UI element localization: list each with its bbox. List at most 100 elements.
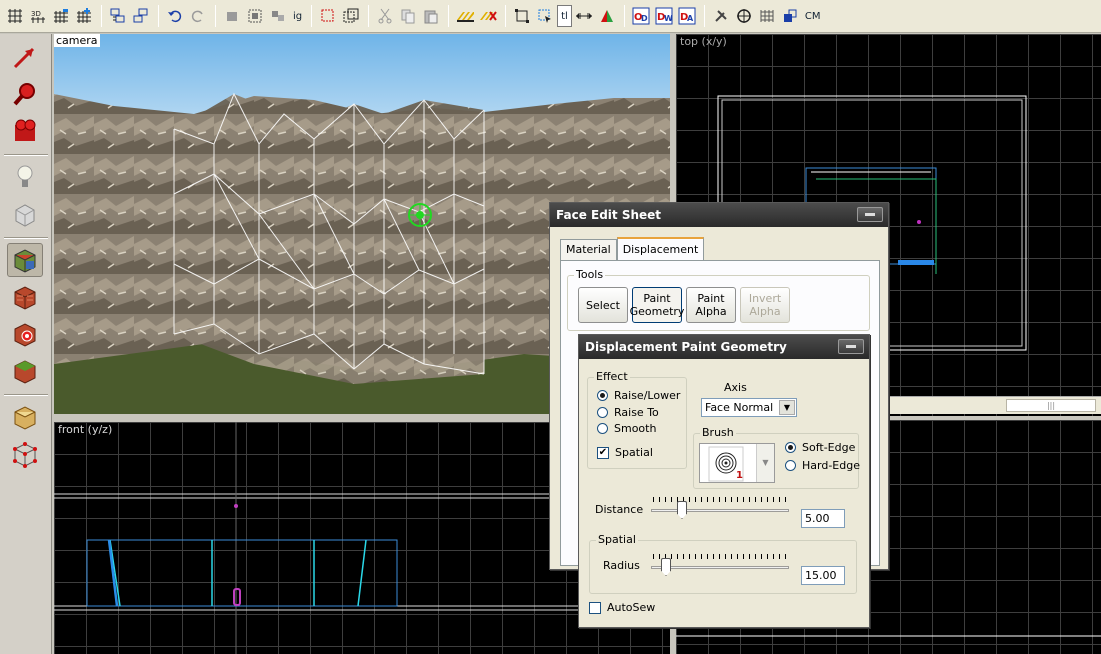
clipping-tool-icon[interactable] [7, 400, 43, 434]
axis-select[interactable]: Face Normal ▼ [701, 398, 797, 417]
tool-separator [4, 237, 48, 239]
check-icon: ✔ [597, 446, 609, 459]
texture-tl-icon[interactable]: tl [557, 5, 572, 27]
displacement-dw-icon[interactable]: DW [653, 5, 675, 27]
scrollbar-thumb[interactable]: ||| [1006, 399, 1096, 412]
main-toolbar: 3D ig tl OD DW DA CM [0, 0, 1101, 33]
hide-icon[interactable] [244, 5, 266, 27]
minimize-icon[interactable] [838, 339, 864, 354]
radius-field[interactable]: 15.00 [801, 566, 845, 585]
center-icon[interactable] [573, 5, 595, 27]
ignore-groups-icon[interactable]: ig [290, 5, 305, 27]
toolbar-separator [505, 5, 507, 27]
radio-indicator [597, 407, 608, 418]
overlay-tool-icon[interactable] [7, 354, 43, 388]
tools-group-title: Tools [574, 268, 606, 281]
texture-scale-lock-icon[interactable] [477, 5, 499, 27]
ungroup-icon[interactable] [130, 5, 152, 27]
distance-field[interactable]: 5.00 [801, 509, 845, 528]
radius-label: Radius [603, 559, 640, 572]
spatial-checkbox[interactable]: ✔ Spatial [597, 446, 653, 459]
grid-icon[interactable] [4, 5, 26, 27]
camera-viewport-label: camera [54, 34, 100, 47]
toolbar-box-icon[interactable] [511, 5, 533, 27]
toolbar-separator [158, 5, 159, 27]
undo-icon[interactable] [164, 5, 186, 27]
tab-displacement[interactable]: Displacement [616, 237, 705, 260]
toolbar-separator [448, 5, 450, 27]
slider-track [651, 509, 789, 512]
vertex-tool-icon[interactable] [7, 437, 43, 471]
effect-raise-lower-radio[interactable]: Raise/Lower [597, 389, 680, 402]
radius-culling-icon[interactable] [779, 5, 801, 27]
toolbar-separator [368, 5, 370, 27]
displacement-da-icon[interactable]: DA [676, 5, 698, 27]
cm-icon[interactable]: CM [802, 5, 824, 27]
group-icon[interactable] [107, 5, 129, 27]
svg-text:W: W [664, 14, 673, 23]
slider-thumb[interactable] [661, 558, 671, 576]
cordon-icon[interactable] [733, 5, 755, 27]
paint-geometry-button[interactable]: Paint Geometry [630, 287, 684, 323]
select-face-icon[interactable] [534, 5, 556, 27]
brush-number: 1 [736, 470, 743, 481]
slider-thumb[interactable] [677, 501, 687, 519]
tab-material[interactable]: Material [560, 239, 617, 260]
selection-box-icon[interactable] [340, 5, 362, 27]
cordon-toggle-icon[interactable] [756, 5, 778, 27]
toolbar-separator [215, 5, 216, 27]
radius-slider[interactable] [651, 554, 789, 576]
paint-alpha-button[interactable]: Paint Alpha [686, 287, 736, 323]
copy-icon[interactable] [397, 5, 419, 27]
redo-icon[interactable] [187, 5, 209, 27]
paint-geometry-title: Displacement Paint Geometry [579, 335, 869, 359]
effect-smooth-radio[interactable]: Smooth [597, 422, 656, 435]
grid-smaller-icon[interactable] [50, 5, 72, 27]
entity-tool-icon[interactable] [7, 160, 43, 194]
texture-application-icon[interactable] [7, 243, 43, 277]
grid-3d-icon[interactable]: 3D [27, 5, 49, 27]
camera-tool-icon[interactable] [7, 114, 43, 148]
autosew-checkbox[interactable]: AutoSew [589, 601, 655, 614]
checkbox-label: Spatial [615, 446, 653, 459]
carve-icon[interactable] [221, 5, 243, 27]
radio-indicator [597, 423, 608, 434]
axis-value: Face Normal [705, 401, 774, 414]
brush-soft-edge-radio[interactable]: Soft-Edge [785, 441, 855, 454]
spatial-group-title: Spatial [596, 533, 638, 546]
select-button[interactable]: Select [578, 287, 628, 323]
selection-tool-icon[interactable] [7, 40, 43, 74]
tool-palette [0, 34, 52, 654]
texture-lock-icon[interactable] [454, 5, 476, 27]
paint-geometry-window: Displacement Paint Geometry Effect Raise… [578, 334, 870, 628]
minimize-icon[interactable] [857, 207, 883, 222]
slider-ticks [653, 497, 787, 502]
brush-picker[interactable]: 1 ▼ [699, 443, 775, 483]
decal-tool-icon[interactable] [7, 317, 43, 351]
toolbar-separator [703, 5, 705, 27]
paste-icon[interactable] [420, 5, 442, 27]
displacement-od-icon[interactable]: OD [630, 5, 652, 27]
window-title: Face Edit Sheet [556, 208, 662, 222]
select-icon[interactable] [317, 5, 339, 27]
svg-text:A: A [687, 14, 694, 23]
magnify-tool-icon[interactable] [7, 77, 43, 111]
brush-hard-edge-radio[interactable]: Hard-Edge [785, 459, 860, 472]
apply-current-texture-icon[interactable] [7, 280, 43, 314]
cut-icon[interactable] [374, 5, 396, 27]
invert-alpha-button: Invert Alpha [740, 287, 790, 323]
flip-icon[interactable] [596, 5, 618, 27]
grid-larger-icon[interactable] [73, 5, 95, 27]
effect-raise-to-radio[interactable]: Raise To [597, 406, 659, 419]
brush-group-title: Brush [700, 426, 736, 439]
show-icon[interactable] [267, 5, 289, 27]
tools-icon[interactable] [710, 5, 732, 27]
brush-preview [708, 446, 744, 482]
chevron-down-icon[interactable]: ▼ [756, 444, 774, 482]
radio-label: Hard-Edge [802, 459, 860, 472]
block-tool-icon[interactable] [7, 197, 43, 231]
distance-slider[interactable] [651, 497, 789, 519]
checkbox-indicator [589, 601, 601, 614]
chevron-down-icon[interactable]: ▼ [779, 400, 795, 415]
slider-ticks [653, 554, 787, 559]
